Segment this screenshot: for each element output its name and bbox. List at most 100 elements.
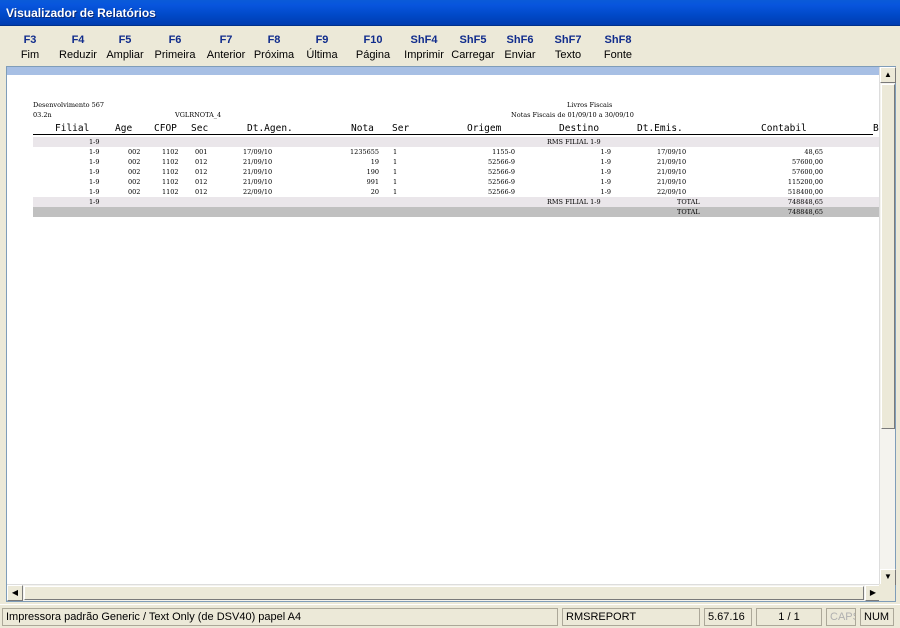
proxima-key: F8 bbox=[267, 34, 281, 46]
horizontal-scrollbar[interactable]: ◀ ▶ bbox=[7, 584, 881, 601]
cell-origem: 52566-9 bbox=[487, 188, 515, 196]
fonte-label: Fonte bbox=[603, 49, 633, 61]
anterior-button[interactable]: F7 Anterior bbox=[203, 27, 249, 67]
cell-age: 002 bbox=[128, 188, 141, 196]
cell-destino: 1-9 bbox=[600, 158, 611, 166]
col-age: Age bbox=[115, 123, 133, 134]
num-indicator: NUM bbox=[860, 608, 894, 626]
cell-filial: 1-9 bbox=[89, 178, 100, 186]
window-title: Visualizador de Relatórios bbox=[6, 6, 156, 20]
page-status: 1 / 1 bbox=[756, 608, 822, 626]
cell-ser: 1 bbox=[393, 148, 398, 156]
cell-ser: 1 bbox=[393, 158, 398, 166]
cell-dt-emis: 21/09/10 bbox=[657, 178, 687, 186]
group-total-contabil: 748848,65 bbox=[787, 198, 823, 206]
cell-contabil: 518400,00 bbox=[787, 188, 823, 196]
scrollbar-corner bbox=[879, 584, 895, 601]
enviar-button[interactable]: ShF6 Enviar bbox=[500, 27, 540, 67]
texto-label: Texto bbox=[554, 49, 582, 61]
carregar-key: ShF5 bbox=[459, 34, 487, 46]
report-page: Desenvolvimento 567 03.2n VGLRNOTA_4 Liv… bbox=[7, 75, 881, 585]
cell-filial: 1-9 bbox=[89, 148, 100, 156]
report-name-status: RMSREPORT bbox=[562, 608, 700, 626]
vertical-scrollbar[interactable]: ▲ ▼ bbox=[879, 67, 896, 585]
pagina-key: F10 bbox=[363, 34, 383, 46]
cell-age: 002 bbox=[128, 148, 141, 156]
col-b: B bbox=[873, 123, 879, 134]
scroll-down-icon[interactable]: ▼ bbox=[880, 569, 896, 585]
vertical-scroll-thumb[interactable] bbox=[881, 84, 895, 429]
cell-sec: 012 bbox=[195, 188, 208, 196]
cell-cfop: 1102 bbox=[162, 178, 179, 186]
caps-indicator: CAPS bbox=[826, 608, 856, 626]
cell-dt-agen: 21/09/10 bbox=[243, 168, 273, 176]
proxima-button[interactable]: F8 Próxima bbox=[252, 27, 296, 67]
group-filial: 1-9 bbox=[89, 138, 100, 146]
cell-age: 002 bbox=[128, 178, 141, 186]
report-company: Desenvolvimento 567 bbox=[33, 101, 105, 109]
cell-dt-agen: 22/09/10 bbox=[243, 188, 273, 196]
fim-button[interactable]: F3 Fim bbox=[16, 27, 44, 67]
ampliar-key: F5 bbox=[118, 34, 132, 46]
anterior-label: Anterior bbox=[206, 49, 246, 61]
cell-sec: 001 bbox=[195, 148, 208, 156]
scroll-left-icon[interactable]: ◀ bbox=[7, 585, 23, 601]
cell-filial: 1-9 bbox=[89, 158, 100, 166]
cell-sec: 012 bbox=[195, 178, 208, 186]
pagina-button[interactable]: F10 Página bbox=[352, 27, 394, 67]
carregar-button[interactable]: ShF5 Carregar bbox=[450, 27, 496, 67]
cell-ser: 1 bbox=[393, 188, 398, 196]
ultima-button[interactable]: F9 Última bbox=[302, 27, 342, 67]
ultima-label: Última bbox=[306, 49, 338, 61]
imprimir-button[interactable]: ShF4 Imprimir bbox=[400, 27, 448, 67]
col-cfop: CFOP bbox=[154, 123, 177, 134]
group-total-destino: RMS FILIAL 1-9 bbox=[547, 198, 601, 206]
table-row: 1-9 002 1102 001 17/09/10 1235655 1 1155… bbox=[33, 147, 881, 157]
cell-origem: 52566-9 bbox=[487, 168, 515, 176]
ampliar-label: Ampliar bbox=[106, 49, 144, 61]
cell-filial: 1-9 bbox=[89, 168, 100, 176]
col-dt-agen: Dt.Agen. bbox=[247, 123, 293, 134]
cell-dt-emis: 22/09/10 bbox=[657, 188, 687, 196]
status-bar: Impressora padrão Generic / Text Only (d… bbox=[0, 604, 900, 628]
cell-cfop: 1102 bbox=[162, 148, 179, 156]
cell-contabil: 57600,00 bbox=[791, 168, 823, 176]
cell-destino: 1-9 bbox=[600, 148, 611, 156]
fonte-key: ShF8 bbox=[604, 34, 632, 46]
title-bar: Visualizador de Relatórios bbox=[0, 0, 900, 26]
enviar-key: ShF6 bbox=[506, 34, 534, 46]
cell-sec: 012 bbox=[195, 168, 208, 176]
cell-contabil: 48,65 bbox=[804, 148, 823, 156]
printer-status: Impressora padrão Generic / Text Only (d… bbox=[2, 608, 558, 626]
table-row: 1-9 002 1102 012 21/09/10 991 1 52566-9 … bbox=[33, 177, 881, 187]
cell-dt-emis: 21/09/10 bbox=[657, 158, 687, 166]
group-total-label: TOTAL bbox=[677, 198, 700, 206]
cell-origem: 52566-9 bbox=[487, 158, 515, 166]
table-row: 1-9 002 1102 012 22/09/10 20 1 52566-9 1… bbox=[33, 187, 881, 197]
enviar-label: Enviar bbox=[504, 49, 536, 61]
primeira-button[interactable]: F6 Primeira bbox=[152, 27, 198, 67]
cell-origem: 1155-0 bbox=[492, 148, 515, 156]
col-nota: Nota bbox=[351, 123, 374, 134]
horizontal-scroll-thumb[interactable] bbox=[24, 586, 864, 600]
ampliar-button[interactable]: F5 Ampliar bbox=[104, 27, 146, 67]
report-viewer[interactable]: Desenvolvimento 567 03.2n VGLRNOTA_4 Liv… bbox=[6, 66, 896, 602]
report-program: VGLRNOTA_4 bbox=[175, 111, 222, 119]
proxima-label: Próxima bbox=[253, 49, 295, 61]
cell-destino: 1-9 bbox=[600, 168, 611, 176]
scroll-up-icon[interactable]: ▲ bbox=[880, 67, 896, 83]
texto-button[interactable]: ShF7 Texto bbox=[548, 27, 588, 67]
col-contabil: Contabil bbox=[761, 123, 807, 134]
report-title: Livros Fiscais bbox=[567, 101, 613, 109]
cell-destino: 1-9 bbox=[600, 178, 611, 186]
cell-nota: 1235655 bbox=[350, 148, 379, 156]
reduzir-button[interactable]: F4 Reduzir bbox=[56, 27, 100, 67]
fonte-button[interactable]: ShF8 Fonte bbox=[598, 27, 638, 67]
texto-key: ShF7 bbox=[554, 34, 582, 46]
cell-contabil: 57600,00 bbox=[791, 158, 823, 166]
cell-ser: 1 bbox=[393, 168, 398, 176]
primeira-label: Primeira bbox=[154, 49, 196, 61]
page-margin-bar bbox=[7, 67, 881, 75]
cell-origem: 52566-9 bbox=[487, 178, 515, 186]
cell-filial: 1-9 bbox=[89, 188, 100, 196]
